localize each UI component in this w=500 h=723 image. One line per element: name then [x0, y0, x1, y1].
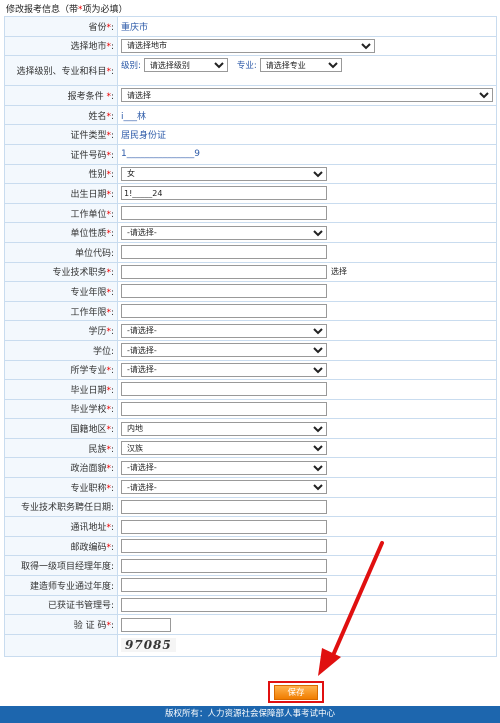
footer: 版权所有：人力资源社会保障部人事考试中心	[0, 706, 500, 723]
red-arrow-icon	[318, 541, 384, 676]
